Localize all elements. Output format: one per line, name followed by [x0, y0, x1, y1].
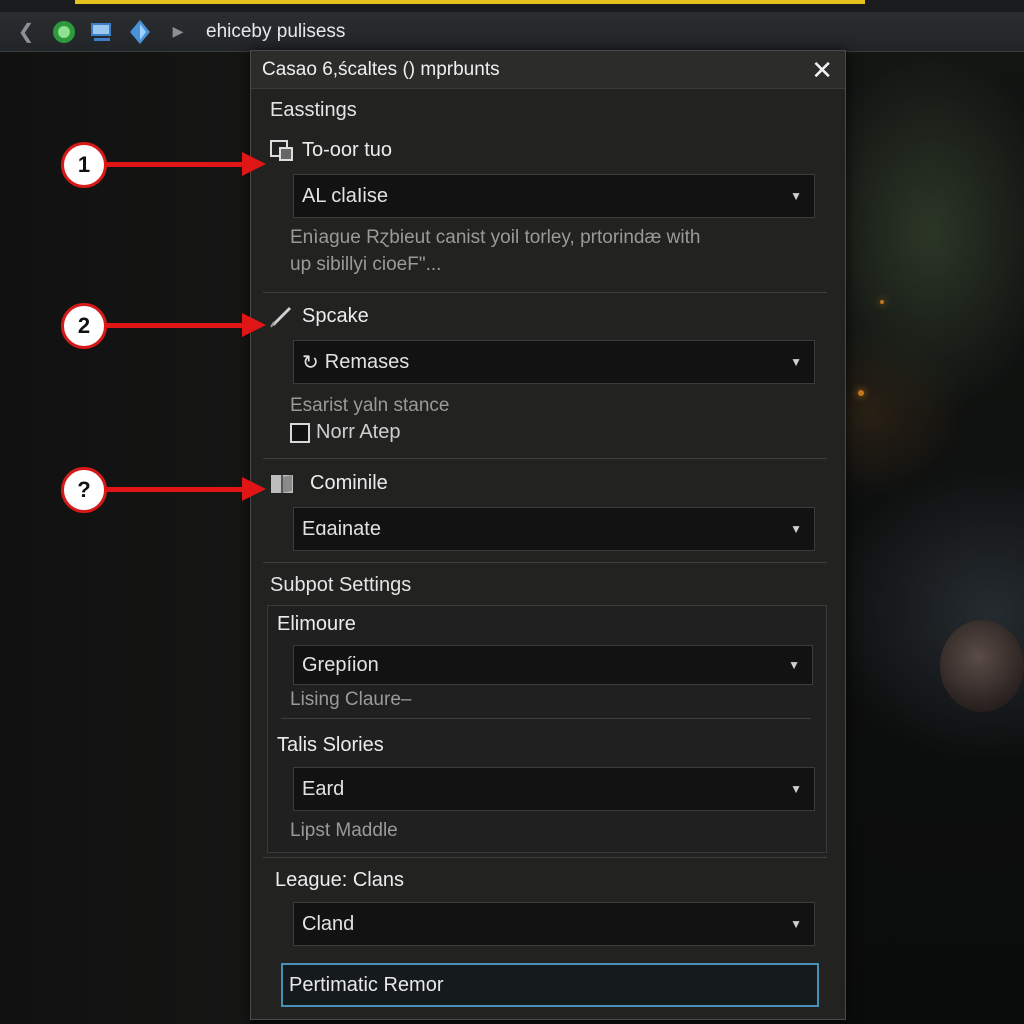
callout-arrowhead-2: [242, 313, 266, 337]
callout-marker-2: 2: [61, 303, 107, 349]
chevron-down-icon: ▼: [790, 522, 802, 536]
callout-arrowhead-3: [242, 477, 266, 501]
item3-dropdown[interactable]: Eɑainate ▼: [293, 507, 815, 551]
divider: [263, 292, 827, 293]
item1-description-line2: up sibillyi cioeF"...: [290, 254, 442, 275]
item2-checkbox-row[interactable]: Norr Atep: [290, 421, 400, 444]
callout-marker-1: 1: [61, 142, 107, 188]
background-creature: [940, 620, 1024, 712]
item2-dropdown-value: Remases: [324, 350, 410, 373]
item1-description: Enìague Rɀbieut canist yoil torley, prto…: [290, 224, 820, 278]
computer-icon[interactable]: [90, 20, 114, 44]
sub1-description: Lising Claure–: [290, 689, 412, 710]
subpot-settings-panel: [267, 605, 827, 853]
background-left-shade: [0, 52, 250, 1024]
item2-label: Spcake: [302, 305, 369, 327]
item1-description-line1: Enìague Rɀbieut canist yoil torley, prto…: [290, 227, 701, 248]
background-glow: [880, 300, 884, 304]
sub1-dropdown[interactable]: Grepíion ▼: [293, 645, 813, 685]
sub2-description: Lipst Maddle: [290, 820, 398, 841]
diamond-icon[interactable]: [128, 19, 152, 44]
chevron-down-icon: ▼: [790, 355, 802, 369]
sub1-dropdown-value: Grepíion: [302, 653, 379, 676]
item1-dropdown-value: AL claIise: [302, 184, 388, 207]
league-text-input[interactable]: Pertimatic Remor: [281, 963, 819, 1007]
league-input-value: Pertimatic Remor: [289, 973, 444, 996]
background-glow: [858, 390, 864, 396]
item3-label: Cominile: [310, 472, 388, 494]
divider: [263, 458, 827, 459]
refresh-icon: ↻: [302, 351, 319, 374]
chevron-down-icon: ▼: [790, 782, 802, 796]
settings-dialog: Casao 6,ścaltes () mprbunts ✕ Easstings …: [250, 50, 846, 1020]
chevron-down-icon: ▼: [788, 658, 800, 672]
top-strip: [0, 0, 1024, 12]
league-label: League: Clans: [275, 869, 404, 891]
divider: [281, 718, 811, 719]
callout-arrow-1: [104, 162, 244, 167]
item1-dropdown[interactable]: AL claIise ▼: [293, 174, 815, 218]
item3-label-row: Cominile: [270, 472, 388, 495]
home-globe-icon[interactable]: [52, 20, 76, 44]
pencil-icon: [270, 306, 294, 328]
item2-dropdown[interactable]: ↻ Remases ▼: [293, 340, 815, 384]
book-icon: [270, 473, 294, 495]
league-dropdown-value: Cland: [302, 912, 355, 935]
navigation-bar: ❮ ▶ ehiceby pulisess: [0, 12, 1024, 52]
close-icon[interactable]: ✕: [811, 57, 833, 83]
top-accent-bar: [75, 0, 865, 4]
item1-label-row: To-oor tuo: [270, 139, 392, 162]
sub2-dropdown-value: Eard: [302, 777, 345, 800]
back-arrow-icon[interactable]: ❮: [14, 20, 38, 44]
item2-checkbox-label: Norr Atep: [316, 421, 401, 443]
sub1-label: Elimoure: [277, 613, 356, 635]
callout-arrow-2: [104, 323, 244, 328]
item3-dropdown-value: Eɑainate: [302, 517, 381, 540]
chevron-down-icon: ▼: [790, 917, 802, 931]
divider: [263, 562, 827, 563]
sub2-label: Talis Slories: [277, 734, 384, 756]
callout-arrow-3: [104, 487, 244, 492]
divider: [263, 857, 827, 858]
item2-label-row: Spcake: [270, 305, 369, 328]
dialog-titlebar: Casao 6,ścaltes () mprbunts ✕: [251, 51, 845, 89]
dialog-title: Casao 6,ścaltes () mprbunts: [262, 58, 500, 80]
item1-label: To-oor tuo: [302, 139, 393, 161]
breadcrumb-title[interactable]: ehiceby pulisess: [206, 21, 345, 43]
breadcrumb-chevron-icon: ▶: [172, 23, 184, 39]
section-title-subpot-settings: Subpot Settings: [270, 574, 412, 596]
item2-description: Esarist yaln stance: [290, 395, 450, 416]
chevron-down-icon: ▼: [790, 189, 802, 203]
window-icon: [270, 139, 294, 162]
callout-arrowhead-1: [242, 152, 266, 176]
section-title-settings: Easstings: [270, 99, 357, 121]
callout-marker-3: ?: [61, 467, 107, 513]
sub2-dropdown[interactable]: Eard ▼: [293, 767, 815, 811]
league-dropdown[interactable]: Cland ▼: [293, 902, 815, 946]
item2-checkbox[interactable]: [290, 422, 310, 443]
